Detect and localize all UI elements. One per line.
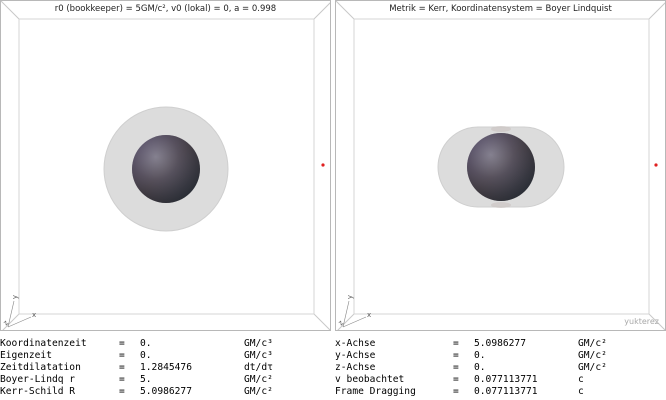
right-view-title: Metrik = Kerr, Koordinatensystem = Boyer… <box>389 4 612 14</box>
readout-unit: GM/c² <box>578 350 607 361</box>
readout-unit: dt/dτ <box>244 362 273 373</box>
right-axis-x-label: x <box>367 311 372 319</box>
readout-equals: = <box>453 362 459 373</box>
readout-row-boyer-lindq-r: Boyer-Lindq r = 5. GM/c² <box>0 374 330 386</box>
readout-value: 5.0986277 <box>474 338 526 349</box>
readout-label: Boyer-Lindq r <box>0 374 76 385</box>
readout-row-frame-dragging: Frame Dragging = 0.077113771 c <box>335 386 666 398</box>
readout-label: x-Achse <box>335 338 376 349</box>
black-hole-sphere-right <box>467 133 535 201</box>
readout-unit: GM/c² <box>578 362 607 373</box>
readout-unit: GM/c² <box>244 386 273 397</box>
readout-equals: = <box>453 374 459 385</box>
readout-equals: = <box>119 374 125 385</box>
observer-marker-right <box>654 163 658 167</box>
readout-value: 0. <box>474 362 486 373</box>
readout-row-koordinatenzeit: Koordinatenzeit = 0. GM/c³ <box>0 338 330 350</box>
left-view-title: r0 (bookkeeper) = 5GM/c², v0 (lokal) = 0… <box>54 4 277 14</box>
right-3d-viewport[interactable]: Metrik = Kerr, Koordinatensystem = Boyer… <box>335 0 666 331</box>
readout-equals: = <box>453 338 459 349</box>
readout-label: Koordinatenzeit <box>0 338 87 349</box>
black-hole-sphere-left <box>132 135 200 203</box>
readout-right-table: x-Achse = 5.0986277 GM/c² y-Achse = 0. G… <box>335 338 666 398</box>
readout-value: 0. <box>140 338 152 349</box>
watermark: yukterez <box>624 317 659 326</box>
readout-left-table: Koordinatenzeit = 0. GM/c³ Eigenzeit = 0… <box>0 338 330 398</box>
observer-marker-left <box>321 163 325 167</box>
readout-unit: GM/c² <box>578 338 607 349</box>
readout-equals: = <box>119 386 125 397</box>
readout-row-eigenzeit: Eigenzeit = 0. GM/c³ <box>0 350 330 362</box>
readout-label: v beobachtet <box>335 374 405 385</box>
readout-unit: c <box>578 386 584 397</box>
readout-label: Eigenzeit <box>0 350 52 361</box>
left-axis-x-label: x <box>32 311 37 319</box>
readout-value: 0. <box>474 350 486 361</box>
readout-unit: GM/c² <box>244 374 273 385</box>
readout-label: Frame Dragging <box>335 386 416 397</box>
readout-row-v-beobachtet: v beobachtet = 0.077113771 c <box>335 374 666 386</box>
readout-unit: GM/c³ <box>244 350 273 361</box>
right-axis-y-label: y <box>346 294 355 300</box>
readout-equals: = <box>453 386 459 397</box>
readout-value: 5.0986277 <box>140 386 192 397</box>
readout-row-z-achse: z-Achse = 0. GM/c² <box>335 362 666 374</box>
readout-value: 0. <box>140 350 152 361</box>
readout-label: Kerr-Schild R <box>0 386 76 397</box>
readout-label: y-Achse <box>335 350 376 361</box>
readout-equals: = <box>119 362 125 373</box>
left-axis-y-label: y <box>11 294 20 300</box>
readout-label: z-Achse <box>335 362 376 373</box>
readout-unit: GM/c³ <box>244 338 273 349</box>
readout-row-kerr-schild-r: Kerr-Schild R = 5.0986277 GM/c² <box>0 386 330 398</box>
readout-equals: = <box>119 338 125 349</box>
readout-row-y-achse: y-Achse = 0. GM/c² <box>335 350 666 362</box>
left-3d-viewport[interactable]: r0 (bookkeeper) = 5GM/c², v0 (lokal) = 0… <box>0 0 331 331</box>
readout-value: 1.2845476 <box>140 362 192 373</box>
readout-equals: = <box>453 350 459 361</box>
readout-equals: = <box>119 350 125 361</box>
readout-value: 0.077113771 <box>474 386 538 397</box>
readout-value: 0.077113771 <box>474 374 538 385</box>
readout-row-zeitdilatation: Zeitdilatation = 1.2845476 dt/dτ <box>0 362 330 374</box>
readout-row-x-achse: x-Achse = 5.0986277 GM/c² <box>335 338 666 350</box>
readout-value: 5. <box>140 374 152 385</box>
readout-label: Zeitdilatation <box>0 362 81 373</box>
readout-unit: c <box>578 374 584 385</box>
